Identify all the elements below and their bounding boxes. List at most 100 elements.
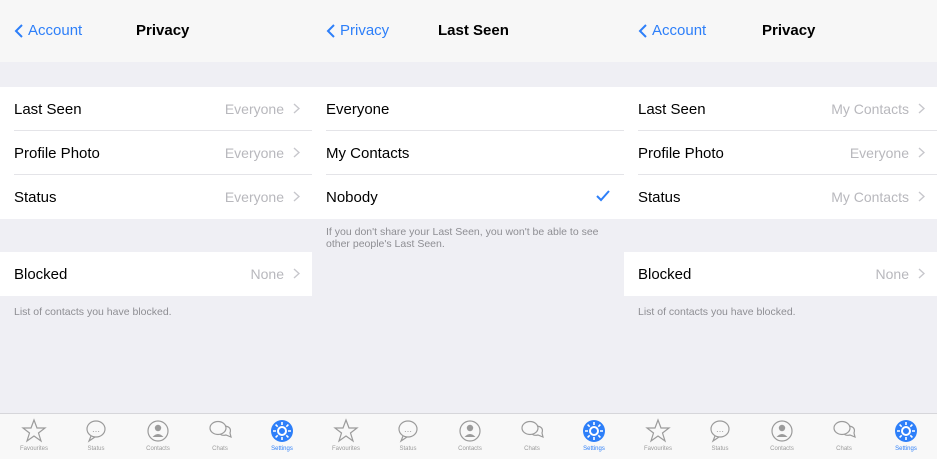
tab-status[interactable]: … Status [72, 418, 120, 452]
row-label: Blocked [14, 265, 68, 283]
chats-icon [209, 420, 232, 438]
tab-label: Status [87, 446, 105, 452]
back-label: Account [652, 22, 707, 39]
row-profile-photo[interactable]: Profile Photo Everyone [624, 131, 937, 175]
tab-label: Settings [271, 446, 293, 452]
gear-icon [895, 420, 917, 442]
gear-icon [583, 420, 605, 442]
svg-text:…: … [92, 425, 100, 434]
chevron-left-icon [638, 23, 647, 38]
back-label: Privacy [340, 22, 390, 39]
privacy-screen-updated: Account Privacy Last Seen My Contacts Pr… [624, 0, 937, 459]
chevron-left-icon [14, 23, 23, 38]
svg-text:…: … [716, 425, 724, 434]
tab-bar: Favourites … Status Contacts Chats Setti… [312, 413, 624, 459]
speech-bubble-icon: … [398, 420, 418, 443]
back-label: Account [28, 22, 83, 39]
row-blocked[interactable]: Blocked None [624, 252, 937, 296]
chats-icon [833, 420, 856, 438]
row-status[interactable]: Status My Contacts [624, 175, 937, 219]
tab-label: Favourites [331, 446, 360, 452]
row-value: Everyone [224, 101, 284, 117]
privacy-screen: Account Privacy Last Seen Everyone Profi… [0, 0, 312, 459]
tab-chats[interactable]: Chats [196, 418, 244, 452]
tab-settings[interactable]: Settings [882, 418, 930, 452]
option-nobody[interactable]: Nobody [312, 175, 624, 219]
back-button[interactable]: Privacy [326, 22, 389, 39]
option-label: Everyone [326, 100, 390, 118]
tab-favourites[interactable]: Favourites [634, 418, 682, 452]
row-label: Status [14, 188, 57, 206]
chevron-right-icon [293, 191, 300, 202]
tab-label: Status [399, 446, 417, 452]
screens: Account Privacy Last Seen Everyone Profi… [0, 0, 937, 459]
contacts-icon [459, 420, 481, 442]
back-button[interactable]: Account [14, 22, 82, 39]
tab-chats[interactable]: Chats [820, 418, 868, 452]
last-seen-screen: Privacy Last Seen Everyone My Contacts N… [312, 0, 624, 459]
row-label: Last Seen [638, 100, 706, 118]
row-status[interactable]: Status Everyone [0, 175, 312, 219]
chevron-right-icon [293, 103, 300, 114]
row-last-seen[interactable]: Last Seen Everyone [0, 87, 312, 131]
row-value: My Contacts [831, 189, 909, 205]
nav-bar: Privacy Last Seen [312, 0, 624, 62]
chevron-right-icon [293, 268, 300, 279]
tab-label: Chats [836, 446, 852, 452]
option-my-contacts[interactable]: My Contacts [312, 131, 624, 175]
tab-contacts[interactable]: Contacts [134, 418, 182, 452]
page-title: Last Seen [438, 22, 509, 39]
tab-favourites[interactable]: Favourites [10, 418, 58, 452]
row-label: Profile Photo [638, 144, 724, 162]
star-icon [645, 418, 671, 443]
tab-settings[interactable]: Settings [570, 418, 618, 452]
row-value: My Contacts [831, 101, 909, 117]
row-profile-photo[interactable]: Profile Photo Everyone [0, 131, 312, 175]
blocked-footnote: List of contacts you have blocked. [14, 306, 172, 318]
page-title: Privacy [136, 22, 190, 39]
option-label: My Contacts [326, 144, 410, 162]
speech-bubble-icon: … [86, 420, 106, 443]
row-value: Everyone [224, 145, 284, 161]
checkmark-icon [596, 190, 610, 202]
tab-label: Chats [524, 446, 540, 452]
row-label: Blocked [638, 265, 692, 283]
speech-bubble-icon: … [710, 420, 730, 443]
last-seen-options-group: Everyone My Contacts Nobody [312, 87, 624, 219]
tab-label: Chats [212, 446, 228, 452]
tab-label: Contacts [458, 446, 482, 452]
row-last-seen[interactable]: Last Seen My Contacts [624, 87, 937, 131]
row-value: Everyone [224, 189, 284, 205]
tab-contacts[interactable]: Contacts [446, 418, 494, 452]
tab-label: Settings [583, 446, 605, 452]
privacy-settings-group: Last Seen Everyone Profile Photo Everyon… [0, 87, 312, 219]
option-label: Nobody [326, 188, 378, 206]
tab-contacts[interactable]: Contacts [758, 418, 806, 452]
privacy-settings-group: Last Seen My Contacts Profile Photo Ever… [624, 87, 937, 219]
tab-status[interactable]: … Status [384, 418, 432, 452]
star-icon [333, 418, 359, 443]
row-value: Everyone [849, 145, 909, 161]
tab-settings[interactable]: Settings [258, 418, 306, 452]
option-everyone[interactable]: Everyone [312, 87, 624, 131]
tab-label: Contacts [770, 446, 794, 452]
tab-chats[interactable]: Chats [508, 418, 556, 452]
row-label: Last Seen [14, 100, 82, 118]
back-button[interactable]: Account [638, 22, 706, 39]
chats-icon [521, 420, 544, 438]
page-title: Privacy [762, 22, 816, 39]
chevron-left-icon [326, 23, 335, 38]
row-value: None [250, 266, 284, 282]
last-seen-footnote: If you don't share your Last Seen, you w… [326, 226, 599, 250]
row-label: Status [638, 188, 681, 206]
tab-label: Contacts [146, 446, 170, 452]
tab-bar: Favourites … Status Contacts Chats Setti… [624, 413, 937, 459]
contacts-icon [147, 420, 169, 442]
row-blocked[interactable]: Blocked None [0, 252, 312, 296]
svg-text:…: … [404, 425, 412, 434]
tab-bar: Favourites … Status Contacts Chats Setti… [0, 413, 312, 459]
chevron-right-icon [918, 103, 925, 114]
tab-favourites[interactable]: Favourites [322, 418, 370, 452]
tab-status[interactable]: … Status [696, 418, 744, 452]
tab-label: Favourites [643, 446, 672, 452]
